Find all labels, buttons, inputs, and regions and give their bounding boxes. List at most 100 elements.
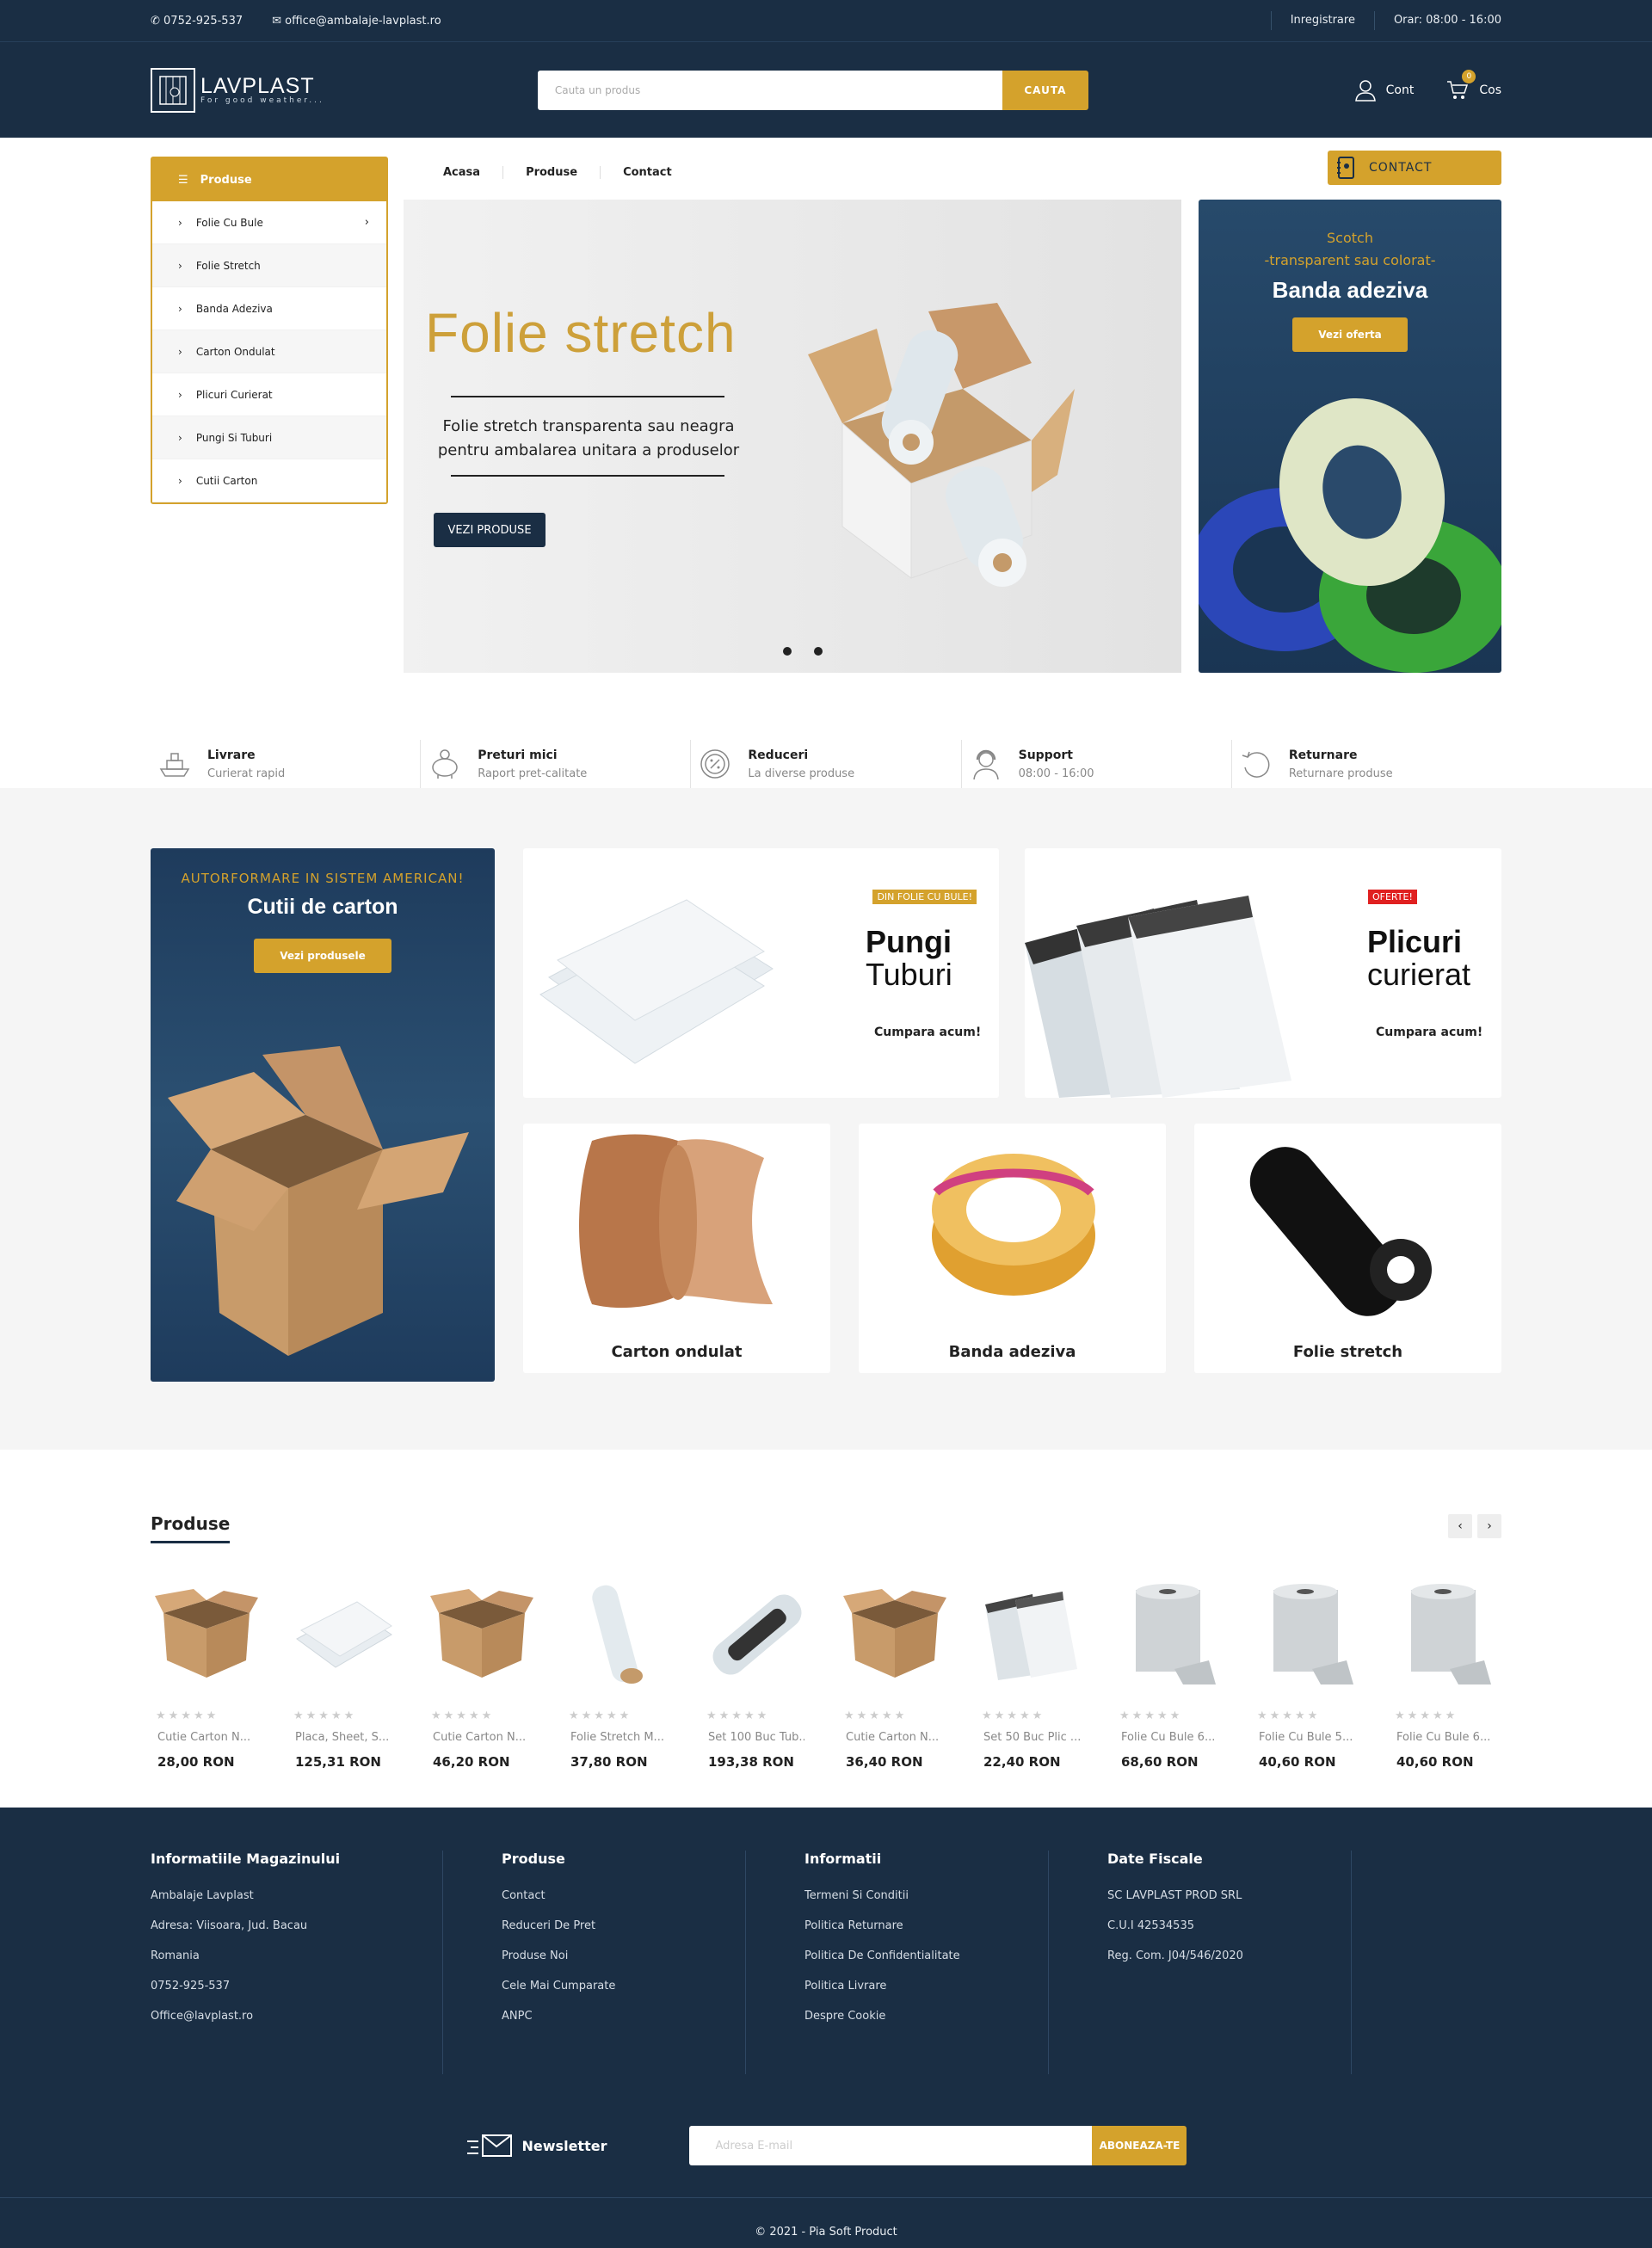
footer-column: Date Fiscale SC LAVPLAST PROD SRL C.U.I 42… [1049,1851,1352,2074]
footer-link[interactable]: Produse Noi [502,1949,745,1962]
subscribe-button[interactable]: ABONEAZA-TE [1092,2126,1187,2165]
logo[interactable]: LAVPLAST For good weather... [151,68,324,113]
footer-link[interactable]: Politica Returnare [804,1919,1048,1932]
menu-icon: ☰ [178,173,188,187]
feature-sub: Raport pret-calitate [478,767,588,780]
product-name[interactable]: Folie Stretch M... [564,1731,667,1744]
product-name[interactable]: Placa, Sheet, S... [288,1731,391,1744]
banner-adhesive-tape[interactable]: Banda adeziva [859,1124,1166,1373]
product-card[interactable]: ★★★★★ Placa, Sheet, S... 125,31 RON [288,1579,426,1770]
footer-link[interactable]: Reduceri De Pret [502,1919,745,1932]
footer-link[interactable]: Termeni Si Conditii [804,1889,1048,1902]
chevron-right-icon[interactable]: › [1477,1514,1501,1538]
category-item[interactable]: › Carton Ondulat [152,330,386,373]
product-price: 193,38 RON [708,1754,794,1770]
copyright: © 2021 - Pia Soft Product [0,2197,1652,2248]
banner-bags-tubes[interactable]: DIN FOLIE CU BULE! Pungi Tuburi Cumpara a… [523,848,999,1098]
register-link[interactable]: Inregistrare [1270,11,1374,30]
banner-caption: Folie stretch [1292,1343,1403,1361]
carousel-arrows: ‹ › [1448,1514,1501,1538]
product-name[interactable]: Set 100 Buc Tub... [701,1731,804,1744]
product-name[interactable]: Cutie Carton N... [151,1731,254,1744]
feature-title: Preturi mici [478,748,558,762]
stretch-roll-icon[interactable] [564,1579,675,1691]
hero-slider[interactable]: Folie stretch Folie stretch transparenta… [404,200,1181,673]
nav-products[interactable]: Produse [502,166,600,179]
rating-stars: ★★★★★ [1119,1709,1183,1722]
buy-now-link[interactable]: Cumpara acum! [874,1025,981,1039]
feature-sub: Returnare produse [1288,767,1393,780]
search-button[interactable]: CAUTA [1002,71,1088,110]
product-card[interactable]: ★★★★★ Folie Stretch M... 37,80 RON [564,1579,701,1770]
product-name[interactable]: Folie Cu Bule 6... [1390,1731,1493,1744]
slider-dot[interactable] [814,647,823,656]
bubble-sheet-icon[interactable] [288,1579,400,1691]
footer-link: Office@lavplast.ro [151,2010,254,2023]
product-card[interactable]: ★★★★★ Cutie Carton N... 28,00 RON [151,1579,288,1770]
product-name[interactable]: Cutie Carton N... [426,1731,529,1744]
bubble-tube-icon[interactable] [701,1579,813,1691]
product-card[interactable]: ★★★★★ Folie Cu Bule 6... 68,60 RON [1114,1579,1252,1770]
category-item[interactable]: › Folie Cu Bule › [152,201,386,244]
bubble-roll-icon[interactable] [1114,1579,1226,1691]
banner-stretch-film[interactable]: Folie stretch [1194,1124,1501,1373]
contact-button[interactable]: CONTACT [1328,151,1501,185]
banner-cardboard-boxes[interactable]: AUTORFORMARE IN SISTEM AMERICAN! Cutii d… [151,848,495,1382]
feature-title: Reduceri [748,748,809,762]
box-icon[interactable] [426,1579,538,1691]
chevron-left-icon[interactable]: ‹ [1448,1514,1472,1538]
footer-column-title: Produse [502,1851,565,1867]
product-card[interactable]: ★★★★★ Set 100 Buc Tub... 193,38 RON [701,1579,839,1770]
buy-now-link[interactable]: Cumpara acum! [1376,1025,1482,1039]
search-input[interactable]: Cauta un produs [537,71,1002,110]
footer-column: Produse Contact Reduceri De Pret Produse No… [443,1851,746,2074]
tape-roll-image [932,1154,1095,1296]
category-item[interactable]: › Cutii Carton [152,459,386,502]
footer-link[interactable]: ANPC [502,2010,745,2023]
bubble-roll-icon[interactable] [1252,1579,1364,1691]
footer-link[interactable]: Politica Livrare [804,1980,1048,1992]
envelope-icon[interactable] [977,1579,1088,1691]
product-name[interactable]: Set 50 Buc Plic ... [977,1731,1080,1744]
banner-title-bold: Plicuri [1367,924,1463,959]
banner-corrugated-cardboard[interactable]: Carton ondulat [523,1124,830,1373]
box-icon[interactable] [839,1579,951,1691]
nav-home[interactable]: Acasa [421,166,502,179]
product-name[interactable]: Folie Cu Bule 5... [1252,1731,1355,1744]
footer-link[interactable]: Cele Mai Cumparate [502,1980,745,1992]
phone-link[interactable]: ✆ 0752-925-537 [151,15,243,28]
footer-link[interactable]: Despre Cookie [804,2010,1048,2023]
black-stretch-roll-image [1249,1147,1432,1316]
product-card[interactable]: ★★★★★ Folie Cu Bule 6... 40,60 RON [1390,1579,1527,1770]
slider-dot[interactable] [783,647,792,656]
category-item[interactable]: › Folie Stretch [152,244,386,287]
box-icon[interactable] [151,1579,262,1691]
email-link[interactable]: ✉ office@ambalaje-lavplast.ro [272,15,441,28]
footer-columns: Informatiile Magazinului Ambalaje Lavplas… [151,1851,1352,2074]
product-name[interactable]: Cutie Carton N... [839,1731,942,1744]
promo-line2: -transparent sau colorat- [1264,252,1436,268]
category-item[interactable]: › Plicuri Curierat [152,373,386,416]
category-item[interactable]: › Pungi Si Tuburi [152,416,386,459]
product-card[interactable]: ★★★★★ Set 50 Buc Plic ... 22,40 RON [977,1579,1114,1770]
rating-stars: ★★★★★ [706,1709,770,1722]
cart-link[interactable]: 0 Cos [1446,70,1501,101]
feature-sub: 08:00 - 16:00 [1018,767,1094,780]
newsletter-email-input[interactable]: Adresa E-mail [689,2126,1093,2165]
footer-link[interactable]: Politica De Confidentialitate [804,1949,1048,1962]
product-card[interactable]: ★★★★★ Cutie Carton N... 46,20 RON [426,1579,564,1770]
banner-courier-envelopes[interactable]: OFERTE! Plicuri curierat Cumpara acum! [1025,848,1501,1098]
banner-view-products-button[interactable]: Vezi produsele [254,939,391,973]
category-item[interactable]: › Banda Adeziva [152,287,386,330]
footer-link[interactable]: Contact [502,1889,745,1902]
nav-contact[interactable]: Contact [600,166,694,179]
product-card[interactable]: ★★★★★ Folie Cu Bule 5... 40,60 RON [1252,1579,1390,1770]
hero-view-products-button[interactable]: VEZI PRODUSE [434,513,546,547]
cart-icon [1447,81,1469,99]
account-link[interactable]: Cont [1354,79,1414,102]
promo-banner-tape[interactable]: Scotch -transparent sau colorat- Banda ad… [1199,200,1501,673]
category-menu-header[interactable]: ☰ Produse [152,158,386,201]
product-card[interactable]: ★★★★★ Cutie Carton N... 36,40 RON [839,1579,977,1770]
bubble-roll-icon[interactable] [1390,1579,1501,1691]
product-name[interactable]: Folie Cu Bule 6... [1114,1731,1217,1744]
